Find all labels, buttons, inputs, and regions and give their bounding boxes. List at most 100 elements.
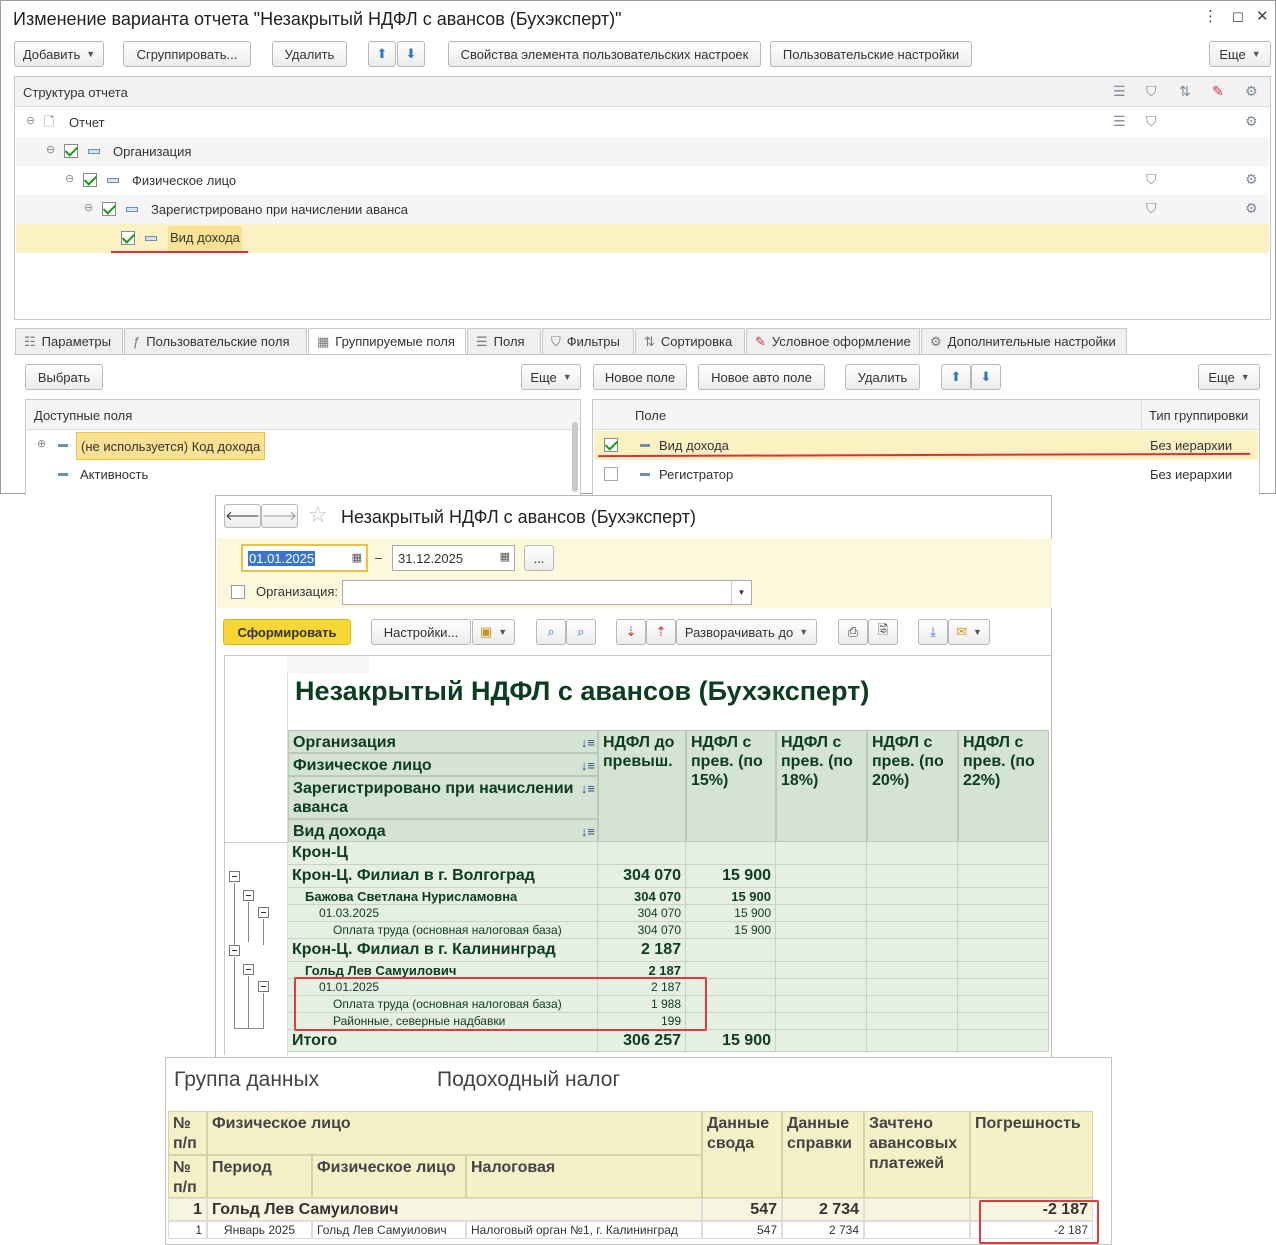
generate-button[interactable]: Сформировать — [223, 619, 351, 645]
close-icon[interactable]: ✕ — [1256, 7, 1269, 25]
structure-row-person[interactable]: ⊖ Физическое лицо ⛉ ⚙ — [16, 166, 1269, 195]
checkbox[interactable] — [604, 438, 618, 452]
element-properties-button[interactable]: Свойства элемента пользовательских настр… — [448, 41, 761, 67]
date-from-input[interactable]: 01.01.2025 ▦ — [241, 544, 368, 572]
tab-fields[interactable]: ☰ Поля — [467, 328, 541, 355]
collapse-group-icon[interactable] — [229, 871, 240, 882]
preview-button[interactable]: 🗟 — [868, 619, 898, 645]
checkbox[interactable] — [83, 173, 97, 187]
user-settings-button[interactable]: Пользовательские настройки — [770, 41, 972, 67]
maximize-icon[interactable]: ☐ — [1232, 10, 1244, 26]
select-button[interactable]: Выбрать — [25, 364, 103, 390]
sort-icon[interactable]: ↓≡ — [581, 733, 595, 752]
right-move-down-button[interactable]: ⬇ — [971, 364, 1001, 390]
group-header-label: Вид дохода — [293, 823, 386, 840]
sort-icon[interactable]: ↓≡ — [581, 822, 595, 841]
right-more-button[interactable]: Еще ▼ — [1198, 364, 1260, 390]
date-to-input[interactable]: 31.12.2025 ▦ — [392, 545, 515, 571]
structure-row-organization[interactable]: ⊖ Организация — [16, 137, 1269, 166]
expand-to-button[interactable]: Разворачивать до ▼ — [676, 619, 817, 645]
report-row-label[interactable]: Крон-Ц. Филиал в г. Волгоград — [288, 865, 598, 888]
checkbox[interactable] — [604, 467, 618, 481]
add-button[interactable]: Добавить ▼ — [14, 41, 104, 67]
tab-user-fields[interactable]: ƒ Пользовательские поля — [124, 328, 307, 355]
structure-row-report[interactable]: ⊖ 🗋 Отчет ☰ ⛉ ⚙ — [16, 108, 1269, 137]
delete-button[interactable]: Удалить — [272, 41, 347, 67]
move-up-button[interactable]: ⬆ — [368, 41, 396, 67]
collapse-group-icon[interactable] — [229, 945, 240, 956]
right-move-up-button[interactable]: ⬆ — [941, 364, 971, 390]
tab-additional-settings[interactable]: ⚙ Дополнительные настройки — [921, 328, 1127, 355]
filter-icon[interactable]: ⛉ — [1146, 113, 1157, 130]
report-row-label[interactable]: Крон-Ц — [288, 842, 598, 865]
grouped-field-row[interactable]: Регистратор Без иерархии — [594, 460, 1258, 489]
settings-button[interactable]: Настройки... — [371, 619, 471, 645]
calendar-icon[interactable]: ▦ — [500, 550, 510, 563]
send-email-button[interactable]: ✉ ▼ — [948, 619, 990, 645]
new-auto-field-button[interactable]: Новое авто поле — [698, 364, 825, 390]
tab-grouped-fields[interactable]: ▦ Группируемые поля — [308, 328, 466, 355]
collapse-group-icon[interactable] — [258, 907, 269, 918]
collapse-icon[interactable]: ⊖ — [46, 143, 55, 156]
available-field-row[interactable]: ⊕ (не используется) Код дохода — [27, 431, 579, 460]
calendar-icon[interactable]: ▦ — [352, 551, 362, 564]
chevron-down-icon[interactable]: ▼ — [731, 581, 751, 604]
variants-button[interactable]: ▣ ▼ — [472, 619, 515, 645]
checkbox[interactable] — [121, 231, 135, 245]
settings-icon[interactable]: ⚙ — [1245, 171, 1258, 188]
collapse-icon[interactable]: ⊖ — [84, 201, 93, 214]
collapse-group-icon[interactable] — [243, 890, 254, 901]
collapse-all-button[interactable]: ⇣ — [616, 619, 646, 645]
settings-icon[interactable]: ⚙ — [1245, 200, 1258, 217]
organization-checkbox[interactable] — [231, 585, 245, 599]
favorite-star-icon[interactable]: ☆ — [308, 502, 328, 528]
left-more-button[interactable]: Еще ▼ — [521, 364, 581, 390]
settings-icon[interactable]: ⚙ — [1245, 113, 1258, 130]
available-field-row[interactable]: Активность — [27, 460, 579, 489]
report-empty-cell — [867, 865, 958, 888]
filter-icon[interactable]: ⛉ — [1146, 171, 1157, 188]
expand-icon[interactable]: ⊕ — [37, 437, 46, 450]
group-type-value[interactable]: Без иерархии — [1150, 467, 1232, 482]
back-button[interactable]: 🡐 — [224, 504, 261, 528]
sort-icon[interactable]: ↓≡ — [581, 756, 595, 775]
move-down-button[interactable]: ⬇ — [397, 41, 425, 67]
filter-icon[interactable]: ⛉ — [1146, 200, 1157, 217]
report-row-label[interactable]: 01.03.2025 — [288, 905, 598, 922]
more-icon[interactable]: ⋮ — [1203, 7, 1218, 25]
sort-icon[interactable]: ↓≡ — [581, 779, 595, 798]
search-button[interactable]: ⌕ — [536, 619, 566, 645]
expand-all-button[interactable]: ⇡ — [646, 619, 676, 645]
forward-button[interactable]: 🡒 — [261, 504, 298, 528]
checkbox[interactable] — [64, 144, 78, 158]
tab-sort[interactable]: ⇅ Сортировка — [635, 328, 745, 355]
tab-parameters[interactable]: ☷ Параметры — [15, 328, 123, 355]
fields-icon[interactable]: ☰ — [1113, 113, 1126, 130]
group-type-value[interactable]: Без иерархии — [1150, 438, 1232, 453]
group-button[interactable]: Сгруппировать... — [123, 41, 251, 67]
add-label: Добавить — [22, 46, 81, 62]
search-next-button[interactable]: ⌕ — [566, 619, 596, 645]
tab-filters[interactable]: ⛉ Фильтры — [542, 328, 634, 355]
collapse-group-icon[interactable] — [258, 981, 269, 992]
collapse-icon[interactable]: ⊖ — [26, 114, 35, 127]
checkbox[interactable] — [102, 202, 116, 216]
tab-conditional-format[interactable]: ✎ Условное оформление — [746, 328, 920, 355]
print-button[interactable]: ⎙ — [838, 619, 868, 645]
report-row-label[interactable]: Бажова Светлана Нурисламовна — [288, 888, 598, 905]
group-row-summary: 547 — [702, 1198, 782, 1221]
collapse-group-icon[interactable] — [243, 964, 254, 975]
structure-row-registered[interactable]: ⊖ Зарегистрировано при начислении аванса… — [16, 195, 1269, 224]
period-select-button[interactable]: ... — [524, 545, 554, 571]
save-button[interactable]: ⤓ — [918, 619, 948, 645]
structure-row-income-type[interactable]: Вид дохода — [16, 224, 1269, 253]
right-delete-button[interactable]: Удалить — [845, 364, 920, 390]
scrollbar[interactable] — [572, 422, 578, 492]
report-row-label[interactable]: Оплата труда (основная налоговая база) — [288, 922, 598, 939]
new-field-button[interactable]: Новое поле — [593, 364, 687, 390]
more-button[interactable]: Еще ▼ — [1209, 41, 1271, 67]
collapse-icon[interactable]: ⊖ — [65, 172, 74, 185]
report-row-label[interactable]: Крон-Ц. Филиал в г. Калининград — [288, 939, 598, 962]
report-row-label[interactable]: Итого — [288, 1030, 598, 1052]
organization-input[interactable]: ▼ — [342, 580, 752, 605]
